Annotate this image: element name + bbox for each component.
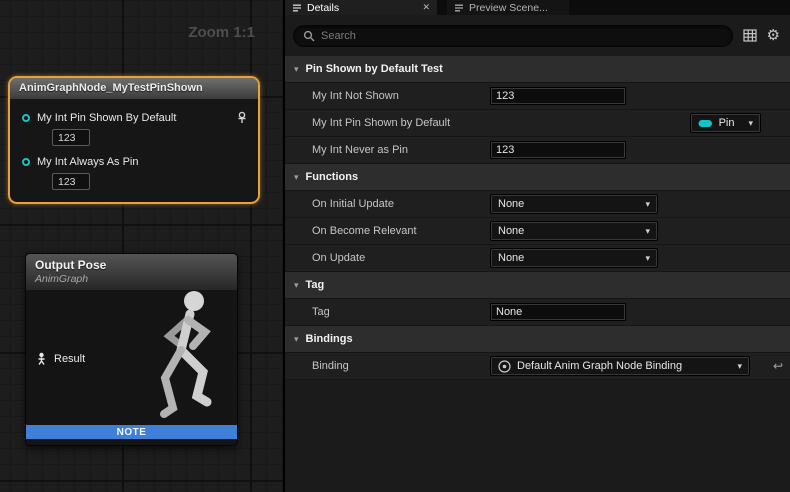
anim-graph-canvas[interactable]: Zoom 1:1 AnimGraphNode_MyTestPinShown My… bbox=[0, 0, 285, 492]
int-pin-icon[interactable] bbox=[22, 158, 30, 166]
chevron-down-icon: ▾ bbox=[637, 254, 650, 263]
section-header-functions[interactable]: ▾ Functions bbox=[285, 164, 790, 191]
node-title: Output Pose bbox=[35, 258, 228, 272]
tab-details[interactable]: Details ✕ bbox=[285, 0, 437, 15]
table-row: On Become Relevant None ▾ bbox=[285, 218, 790, 245]
details-toolbar: ⚙ bbox=[285, 15, 790, 56]
my-int-never-as-pin-input[interactable] bbox=[490, 141, 626, 159]
search-input[interactable] bbox=[321, 30, 723, 42]
table-row: My Int Not Shown bbox=[285, 83, 790, 110]
pin-icon bbox=[698, 119, 713, 128]
chevron-down-icon: ▾ bbox=[729, 362, 742, 371]
pose-pin-icon bbox=[35, 352, 48, 365]
table-row: On Initial Update None ▾ bbox=[285, 191, 790, 218]
chevron-down-icon: ▾ bbox=[740, 119, 753, 128]
section-header-tag[interactable]: ▾ Tag bbox=[285, 272, 790, 299]
close-icon[interactable]: ✕ bbox=[422, 2, 430, 13]
property-label: My Int Never as Pin bbox=[285, 144, 490, 156]
property-label: On Update bbox=[285, 252, 490, 264]
search-icon bbox=[303, 30, 315, 42]
tab-bar: Details ✕ Preview Scene... bbox=[285, 0, 790, 15]
gear-icon[interactable]: ⚙ bbox=[767, 28, 780, 43]
int-pin-icon[interactable] bbox=[22, 114, 30, 122]
tab-label: Preview Scene... bbox=[469, 2, 548, 14]
tab-label: Details bbox=[307, 2, 339, 14]
mannequin-figure bbox=[127, 284, 235, 436]
result-pin-label: Result bbox=[54, 353, 85, 365]
table-row: On Update None ▾ bbox=[285, 245, 790, 272]
my-int-not-shown-input[interactable] bbox=[490, 87, 626, 105]
table-row: My Int Never as Pin bbox=[285, 137, 790, 164]
pin-visibility-dropdown[interactable]: Pin ▾ bbox=[690, 113, 761, 133]
property-label: My Int Not Shown bbox=[285, 90, 490, 102]
on-become-relevant-dropdown[interactable]: None ▾ bbox=[490, 221, 658, 241]
table-row: My Int Pin Shown by Default Pin ▾ bbox=[285, 110, 790, 137]
chevron-down-icon: ▾ bbox=[637, 227, 650, 236]
tab-preview-scene[interactable]: Preview Scene... bbox=[447, 0, 569, 15]
zoom-level-label: Zoom 1:1 bbox=[188, 24, 255, 41]
pin-row: My Int Pin Shown By Default bbox=[10, 101, 258, 124]
property-label: Binding bbox=[285, 360, 490, 372]
pin-row: My Int Always As Pin bbox=[10, 146, 258, 168]
property-label: On Become Relevant bbox=[285, 225, 490, 237]
app-window: Zoom 1:1 AnimGraphNode_MyTestPinShown My… bbox=[0, 0, 790, 492]
search-box[interactable] bbox=[293, 25, 733, 47]
anim-graph-node-mytestpinshown[interactable]: AnimGraphNode_MyTestPinShown My Int Pin … bbox=[8, 76, 260, 204]
chevron-down-icon: ▾ bbox=[294, 65, 299, 74]
preview-scene-tab-icon bbox=[454, 3, 464, 13]
pin-default-value-field[interactable]: 123 bbox=[52, 129, 90, 146]
chevron-down-icon: ▾ bbox=[637, 200, 650, 209]
chevron-down-icon: ▾ bbox=[294, 173, 299, 182]
property-matrix-icon[interactable] bbox=[743, 29, 757, 42]
details-empty-area bbox=[285, 380, 790, 492]
chevron-down-icon: ▾ bbox=[294, 335, 299, 344]
table-row: Tag bbox=[285, 299, 790, 326]
chevron-down-icon: ▾ bbox=[294, 281, 299, 290]
on-initial-update-dropdown[interactable]: None ▾ bbox=[490, 194, 658, 214]
node-title[interactable]: AnimGraphNode_MyTestPinShown bbox=[10, 78, 258, 99]
details-panel: Details ✕ Preview Scene... ⚙ bbox=[285, 0, 790, 492]
pin-label: My Int Pin Shown By Default bbox=[37, 112, 176, 124]
unpin-icon[interactable] bbox=[236, 111, 248, 124]
output-pose-node[interactable]: Output Pose AnimGraph bbox=[25, 253, 238, 446]
on-update-dropdown[interactable]: None ▾ bbox=[490, 248, 658, 268]
property-label: Tag bbox=[285, 306, 490, 318]
section-header-bindings[interactable]: ▾ Bindings bbox=[285, 326, 790, 353]
binding-icon bbox=[498, 360, 511, 373]
pin-default-value-field[interactable]: 123 bbox=[52, 173, 90, 190]
table-row: Binding Default Anim Graph Node Binding … bbox=[285, 353, 790, 380]
reset-to-default-icon[interactable]: ↩ bbox=[773, 360, 783, 372]
tag-input[interactable] bbox=[490, 303, 626, 321]
pin-label: My Int Always As Pin bbox=[37, 156, 138, 168]
details-tab-icon bbox=[292, 3, 302, 13]
result-pin[interactable]: Result bbox=[35, 352, 85, 365]
section-header-pin-shown-by-default-test[interactable]: ▾ Pin Shown by Default Test bbox=[285, 56, 790, 83]
binding-dropdown[interactable]: Default Anim Graph Node Binding ▾ bbox=[490, 356, 750, 376]
node-body: My Int Pin Shown By Default 123 My Int A… bbox=[10, 99, 258, 202]
property-label: On Initial Update bbox=[285, 198, 490, 210]
note-banner[interactable]: NOTE bbox=[26, 425, 237, 439]
property-label: My Int Pin Shown by Default bbox=[285, 117, 490, 129]
